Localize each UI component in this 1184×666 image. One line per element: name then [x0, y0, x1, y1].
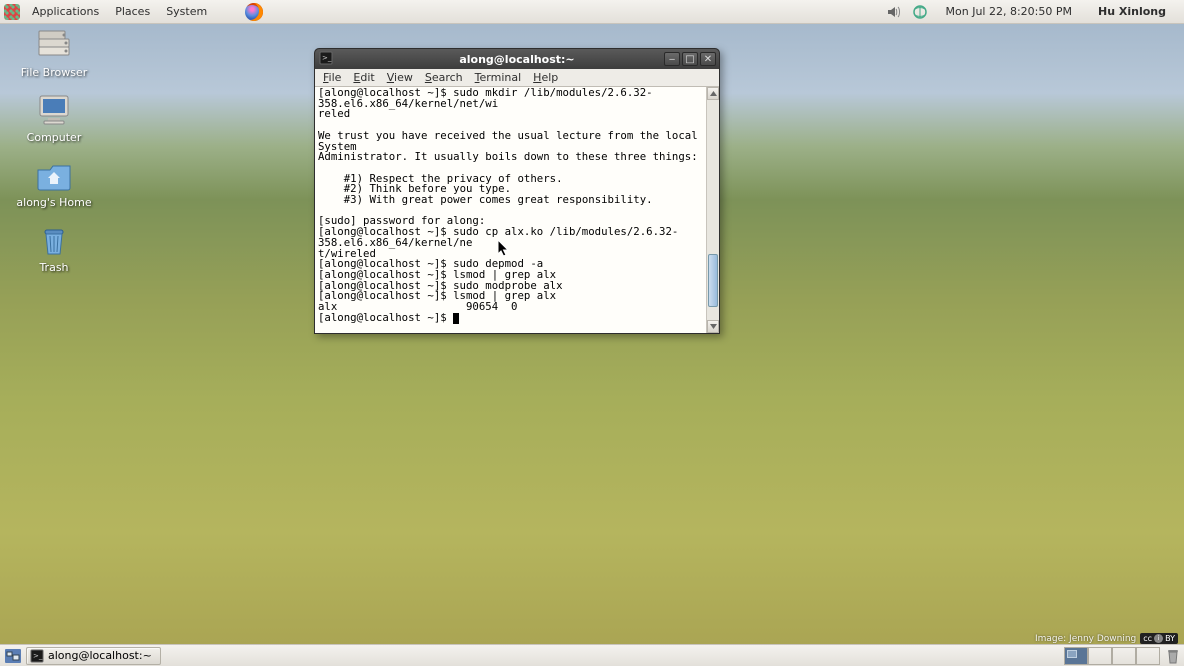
menu-help[interactable]: Help: [527, 71, 564, 84]
clock[interactable]: Mon Jul 22, 8:20:50 PM: [938, 0, 1080, 24]
computer-desktop-icon[interactable]: Computer: [14, 93, 94, 144]
menu-search[interactable]: Search: [419, 71, 469, 84]
task-label: along@localhost:~: [48, 649, 152, 662]
workspace-3[interactable]: [1112, 647, 1136, 665]
terminal-output[interactable]: [along@localhost ~]$ sudo mkdir /lib/mod…: [315, 87, 706, 333]
terminal-content: [along@localhost ~]$ sudo mkdir /lib/mod…: [318, 87, 704, 324]
menu-edit[interactable]: Edit: [347, 71, 380, 84]
volume-icon[interactable]: [886, 4, 902, 20]
svg-text:>_: >_: [33, 652, 43, 660]
terminal-cursor: [453, 313, 459, 324]
panel-trash-button[interactable]: [1162, 648, 1184, 664]
scroll-down-button[interactable]: [707, 320, 719, 333]
trash-label: Trash: [39, 261, 68, 274]
scroll-track[interactable]: [707, 100, 719, 320]
svg-text:>_: >_: [322, 54, 332, 62]
titlebar[interactable]: >_ along@localhost:~ ‒ □ ✕: [315, 49, 719, 69]
places-menu[interactable]: Places: [107, 0, 158, 24]
taskbar-item-terminal[interactable]: >_ along@localhost:~: [26, 647, 161, 665]
window-title: along@localhost:~: [459, 53, 574, 66]
cc-license-badge: cc i BY: [1140, 633, 1178, 644]
network-icon[interactable]: [912, 4, 928, 20]
terminal-window[interactable]: >_ along@localhost:~ ‒ □ ✕ File Edit Vie…: [314, 48, 720, 334]
scroll-thumb[interactable]: [708, 254, 718, 307]
home-desktop-icon[interactable]: along's Home: [14, 158, 94, 209]
minimize-button[interactable]: ‒: [664, 52, 680, 66]
file-browser-desktop-icon[interactable]: File Browser: [14, 28, 94, 79]
file-browser-label: File Browser: [21, 66, 87, 79]
wallpaper-attribution: Image: Jenny Downing cc i BY: [1035, 633, 1178, 644]
desktop-icons-area: File Browser Computer along's Home Trash: [14, 28, 94, 274]
menu-terminal[interactable]: Terminal: [469, 71, 528, 84]
computer-label: Computer: [27, 131, 82, 144]
system-menu[interactable]: System: [158, 0, 215, 24]
applications-menu[interactable]: Applications: [24, 0, 107, 24]
close-button[interactable]: ✕: [700, 52, 716, 66]
bottom-panel: >_ along@localhost:~: [0, 644, 1184, 666]
panel-right-group: Mon Jul 22, 8:20:50 PM Hu Xinlong: [886, 0, 1184, 24]
maximize-button[interactable]: □: [682, 52, 698, 66]
window-controls: ‒ □ ✕: [664, 52, 719, 66]
scrollbar[interactable]: [706, 87, 719, 333]
gnome-menu-icon[interactable]: [4, 4, 20, 20]
user-menu[interactable]: Hu Xinlong: [1090, 0, 1174, 24]
trash-desktop-icon[interactable]: Trash: [14, 223, 94, 274]
workspace-1[interactable]: [1064, 647, 1088, 665]
show-desktop-button[interactable]: [2, 646, 24, 666]
scroll-up-button[interactable]: [707, 87, 719, 100]
workspace-pager: [1064, 647, 1162, 665]
menu-file[interactable]: File: [317, 71, 347, 84]
attribution-text: Image: Jenny Downing: [1035, 634, 1136, 644]
cc-by-text: BY: [1165, 634, 1175, 643]
panel-left-group: Applications Places System: [0, 0, 263, 24]
workspace-4[interactable]: [1136, 647, 1160, 665]
top-panel: Applications Places System Mon Jul 22, 8…: [0, 0, 1184, 24]
terminal-body: [along@localhost ~]$ sudo mkdir /lib/mod…: [315, 87, 719, 333]
terminal-titlebar-icon: >_: [319, 51, 333, 68]
workspace-2[interactable]: [1088, 647, 1112, 665]
cc-text: cc: [1143, 634, 1152, 643]
firefox-launcher-icon[interactable]: [245, 3, 263, 21]
menu-view[interactable]: View: [381, 71, 419, 84]
terminal-menubar: File Edit View Search Terminal Help: [315, 69, 719, 87]
home-label: along's Home: [16, 196, 91, 209]
